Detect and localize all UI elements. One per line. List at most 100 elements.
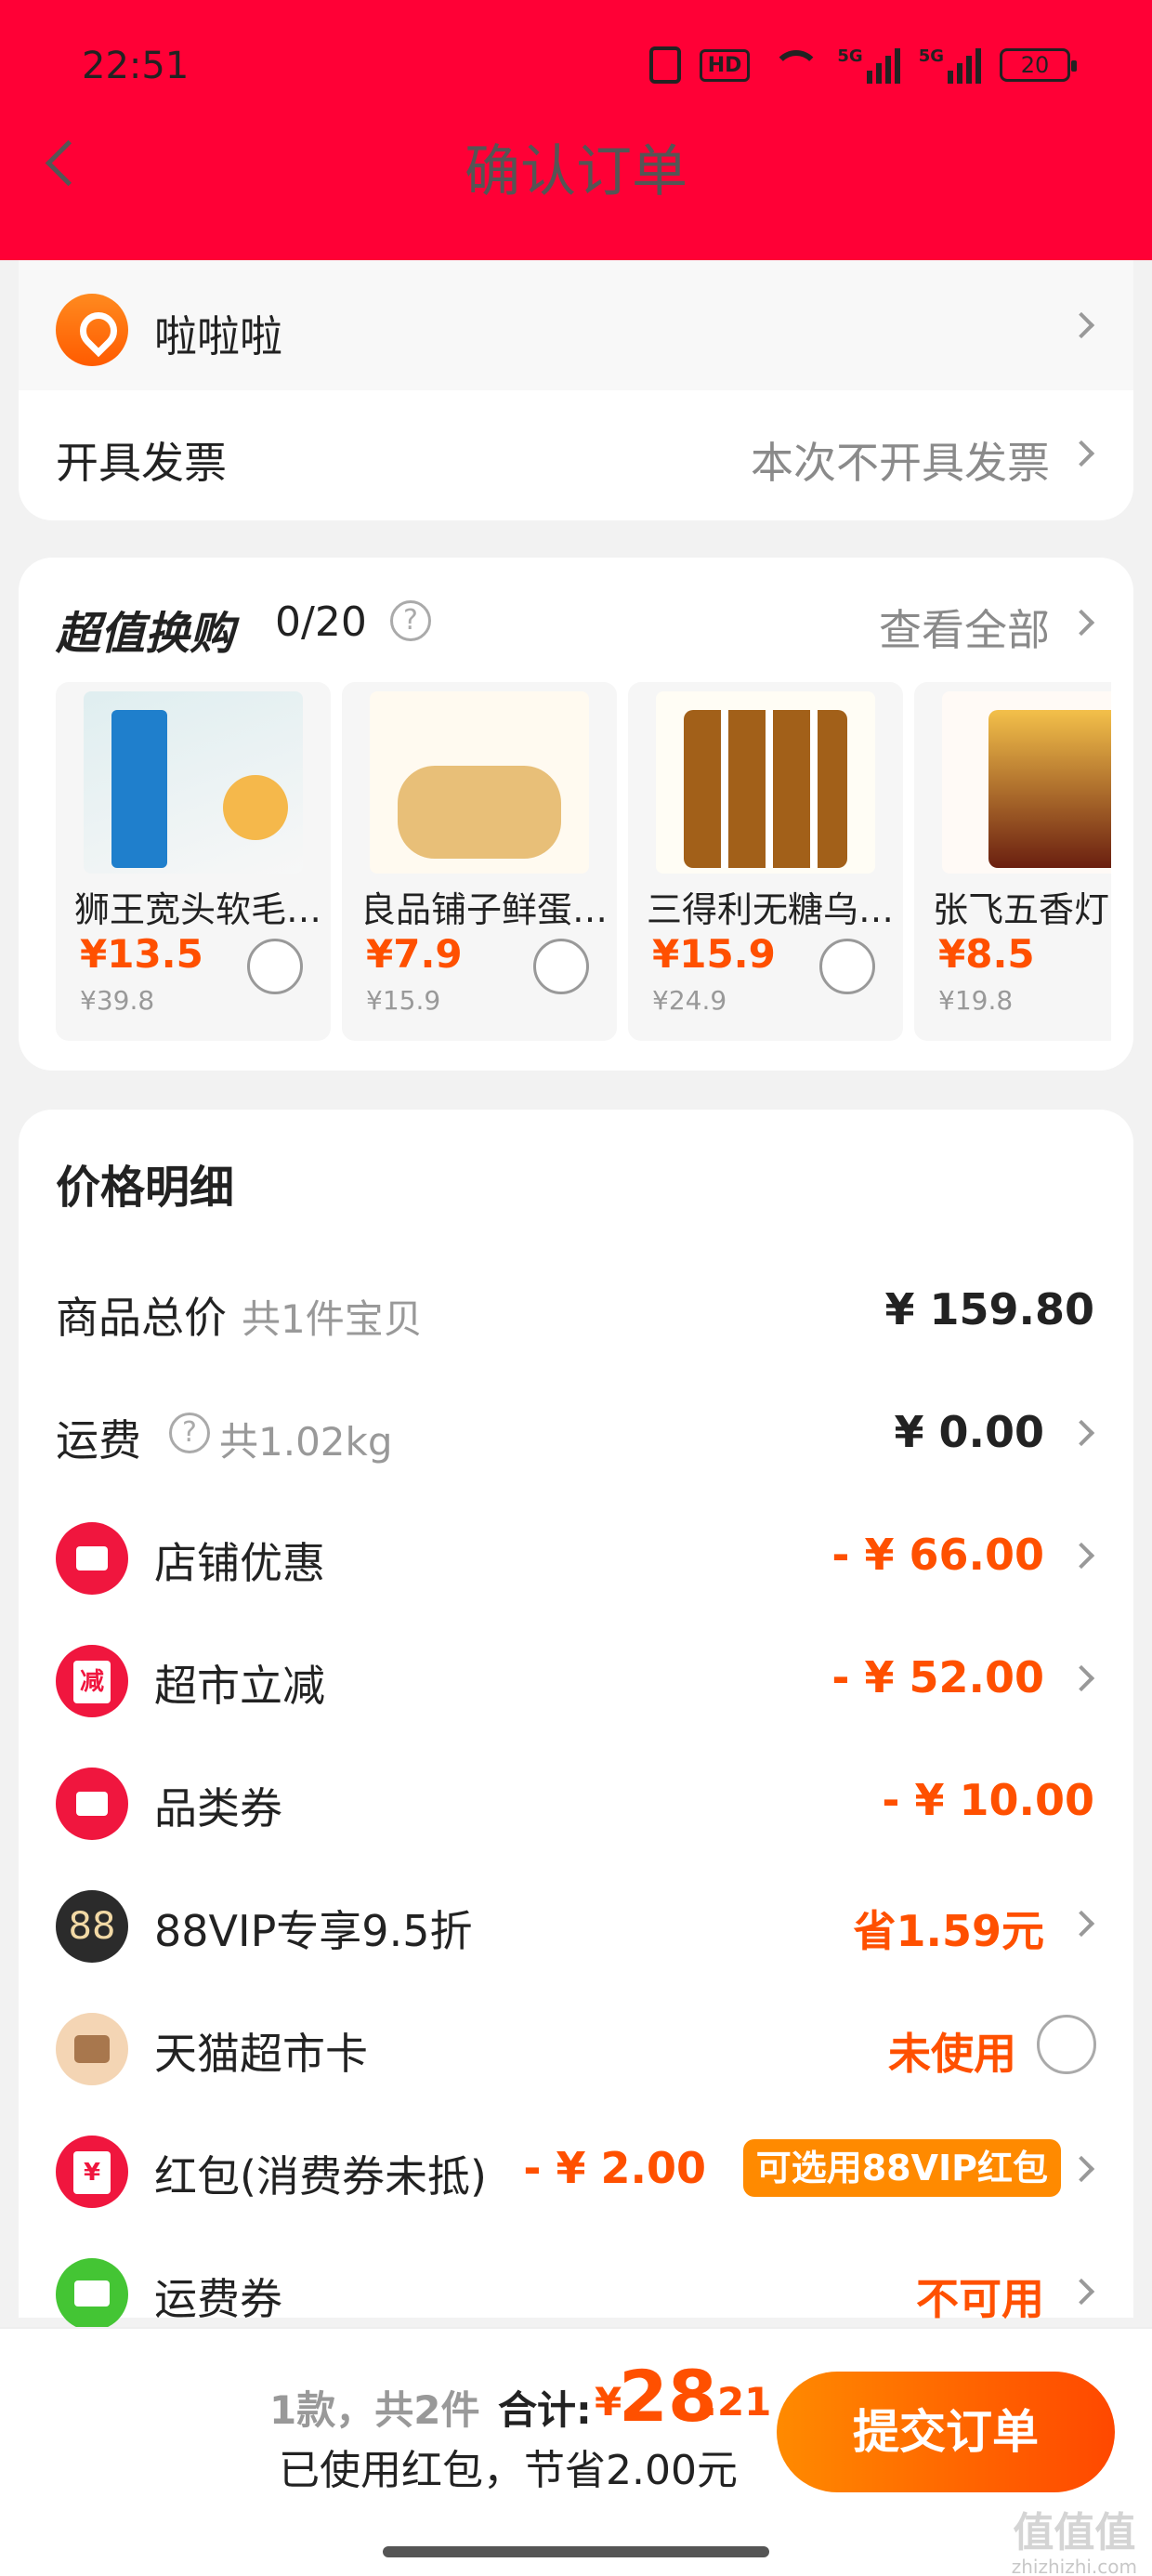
shipping-coupon-value: 不可用 — [916, 2274, 1044, 2324]
tmall-card-row[interactable]: 天猫超市卡 未使用 — [19, 1985, 1133, 2108]
shop-discount-label: 店铺优惠 — [154, 1538, 325, 1588]
red-envelope-icon: ¥ — [56, 2136, 128, 2208]
gift-card-icon — [56, 2013, 128, 2085]
home-indicator[interactable] — [383, 2546, 769, 2557]
vip-discount-row[interactable]: 88 88VIP专享9.5折 省1.59元 — [19, 1862, 1133, 1985]
supermarket-discount-label: 超市立减 — [154, 1661, 325, 1711]
red-envelope-icon-text: ¥ — [73, 2151, 111, 2194]
product-name: 良品铺子鲜蛋沙琪玛 — [360, 889, 617, 930]
shipping-label: 运费 — [56, 1415, 141, 1465]
invoice-value: 本次不开具发票 — [751, 438, 1050, 488]
chevron-right-icon — [1067, 2278, 1095, 2306]
status-icons: HD 5G 5G 20 — [648, 46, 1077, 84]
reduction-icon: 减 — [56, 1645, 128, 1717]
watermark-url: zhizhizhi.com — [1011, 2556, 1137, 2576]
product-card[interactable]: 狮王宽头软毛牙刷 ¥13.5 ¥39.8 — [56, 682, 331, 1041]
product-name: 张飞五香灯影牛肉 — [933, 889, 1111, 930]
product-price: ¥7.9 — [366, 931, 463, 977]
total-label: 合计: — [498, 2387, 592, 2433]
chevron-right-icon — [1067, 1664, 1095, 1692]
product-price: ¥15.9 — [652, 931, 776, 977]
hongbao-label: 红包(消费券未抵) — [154, 2151, 487, 2201]
category-coupon-label: 品类券 — [154, 1783, 282, 1833]
hongbao-value: - ¥ 2.00 — [523, 2143, 706, 2193]
watermark: 值值值 zhizhizhi.com — [1012, 2511, 1137, 2576]
nfc-icon — [648, 46, 681, 84]
shipping-row[interactable]: 运费 ? 共1.02kg ¥ 0.00 — [19, 1372, 1133, 1494]
deal-products-list: 狮王宽头软毛牙刷 ¥13.5 ¥39.8 良品铺子鲜蛋沙琪玛 ¥7.9 ¥15.… — [56, 682, 1111, 1041]
vip-discount-value: 省1.59元 — [853, 1906, 1045, 1956]
vip-discount-label: 88VIP专享9.5折 — [154, 1906, 473, 1956]
select-radio[interactable] — [247, 939, 303, 994]
view-all-link[interactable]: 查看全部 — [879, 597, 1050, 658]
goods-total-row: 商品总价 共1件宝贝 ¥ 159.80 — [19, 1249, 1133, 1372]
network-label: 5G — [918, 46, 944, 66]
shipping-coupon-label: 运费券 — [154, 2274, 282, 2324]
coupon-ticket-icon — [56, 1768, 128, 1840]
watermark-logo: 值值值 — [1013, 2509, 1136, 2556]
address-row[interactable]: 啦啦啦 — [19, 260, 1133, 390]
chevron-right-icon — [1067, 311, 1095, 339]
goods-total-value: ¥ 159.80 — [884, 1284, 1094, 1334]
truck-icon — [56, 2258, 128, 2331]
product-card[interactable]: 张飞五香灯影牛肉 ¥8.5 ¥19.8 — [914, 682, 1111, 1041]
product-price: ¥13.5 — [80, 931, 203, 977]
chevron-right-icon — [1067, 1910, 1095, 1938]
goods-total-label: 商品总价 — [56, 1293, 227, 1343]
select-radio[interactable] — [533, 939, 589, 994]
goods-count: 共1件宝贝 — [242, 1296, 423, 1342]
product-name: 三得利无糖乌龙茶 — [647, 889, 903, 930]
product-image-cake — [370, 691, 589, 874]
product-image-beef — [942, 691, 1111, 874]
page-title: 确认订单 — [465, 139, 687, 204]
product-name: 狮王宽头软毛牙刷 — [74, 889, 331, 930]
submit-order-button[interactable]: 提交订单 — [777, 2372, 1115, 2492]
chevron-right-icon — [1067, 440, 1095, 467]
product-original-price: ¥19.8 — [938, 985, 1014, 1016]
shop-discount-row[interactable]: 店铺优惠 - ¥ 66.00 — [19, 1494, 1133, 1617]
product-card[interactable]: 三得利无糖乌龙茶 ¥15.9 ¥24.9 — [628, 682, 903, 1041]
total-currency: ¥ — [595, 2379, 622, 2425]
5g-signal-icon: 5G — [919, 46, 981, 84]
category-coupon-row: 品类券 - ¥ 10.00 — [19, 1740, 1133, 1862]
category-coupon-value: - ¥ 10.00 — [882, 1775, 1094, 1825]
tmall-card-value: 未使用 — [888, 2029, 1016, 2079]
deals-count: 0/20 — [275, 598, 367, 646]
checkout-bar: 1款，共2件 合计: ¥ 28 .21 已使用红包，节省2.00元 提交订单 值… — [0, 2327, 1152, 2576]
tmall-card-label: 天猫超市卡 — [154, 2029, 368, 2079]
hongbao-row[interactable]: ¥ 红包(消费券未抵) - ¥ 2.00 可选用88VIP红包 — [19, 2108, 1133, 2230]
product-original-price: ¥15.9 — [366, 985, 441, 1016]
product-card[interactable]: 良品铺子鲜蛋沙琪玛 ¥7.9 ¥15.9 — [342, 682, 617, 1041]
reduction-icon-text: 减 — [73, 1661, 111, 1703]
wifi-icon — [768, 46, 821, 84]
select-radio[interactable] — [819, 939, 875, 994]
price-details-card: 价格明细 商品总价 共1件宝贝 ¥ 159.80 运费 ? 共1.02kg ¥ … — [19, 1110, 1133, 2331]
address-name: 啦啦啦 — [154, 311, 282, 361]
product-image-oolong-tea — [656, 691, 875, 874]
chevron-right-icon — [1067, 1419, 1095, 1447]
exchange-deals-card: 超值换购 0/20 ? 查看全部 狮王宽头软毛牙刷 ¥13.5 ¥39.8 良品… — [19, 558, 1133, 1071]
supermarket-discount-row[interactable]: 减 超市立减 - ¥ 52.00 — [19, 1617, 1133, 1740]
chevron-right-icon — [1067, 1542, 1095, 1570]
chevron-right-icon — [1067, 2155, 1095, 2183]
shipping-weight: 共1.02kg — [219, 1419, 393, 1465]
help-icon[interactable]: ? — [390, 600, 431, 641]
invoice-label: 开具发票 — [56, 438, 227, 488]
help-icon[interactable]: ? — [169, 1413, 210, 1453]
savings-text: 已使用红包，节省2.00元 — [279, 2447, 738, 2494]
deals-title: 超值换购 — [56, 608, 235, 660]
chevron-right-icon[interactable] — [1067, 609, 1095, 637]
product-price: ¥8.5 — [938, 931, 1035, 977]
vip-hongbao-badge[interactable]: 可选用88VIP红包 — [742, 2139, 1061, 2197]
shipping-value: ¥ 0.00 — [894, 1407, 1044, 1457]
status-time: 22:51 — [82, 45, 190, 87]
product-image-toothbrush — [84, 691, 303, 874]
product-original-price: ¥39.8 — [80, 985, 155, 1016]
product-original-price: ¥24.9 — [652, 985, 727, 1016]
address-invoice-card: 啦啦啦 开具发票 本次不开具发票 — [19, 260, 1133, 520]
tmall-card-radio[interactable] — [1037, 2015, 1096, 2074]
battery-icon: 20 — [1000, 48, 1077, 82]
supermarket-discount-value: - ¥ 52.00 — [831, 1652, 1044, 1702]
item-count: 1款，共2件 — [269, 2387, 480, 2433]
total-amount-decimal: .21 — [702, 2379, 772, 2425]
